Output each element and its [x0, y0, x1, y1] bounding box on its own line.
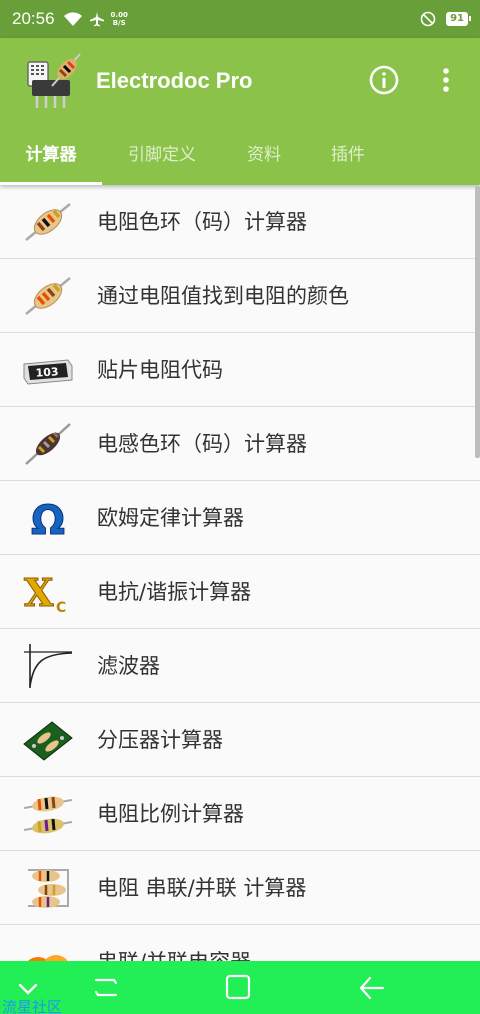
- watermark-text: 流星社区: [2, 998, 63, 1014]
- resistor-series-parallel-icon: [28, 869, 69, 908]
- info-icon[interactable]: [368, 64, 400, 96]
- list-item[interactable]: 电感色环（码）计算器: [0, 407, 480, 481]
- smd-resistor-icon: 103: [23, 359, 73, 385]
- tab-calculators[interactable]: 计算器: [0, 134, 102, 185]
- list-item-label: 分压器计算器: [97, 728, 223, 752]
- list-item[interactable]: Ω 欧姆定律计算器: [0, 481, 480, 555]
- list-item[interactable]: 电阻比例计算器: [0, 777, 480, 851]
- more-options-icon[interactable]: [436, 64, 456, 96]
- app-bar: Electrodoc Pro 计算器 引脚定义 资料 插件: [0, 38, 480, 185]
- reactance-icon: X C: [24, 570, 67, 617]
- list-item[interactable]: 103 贴片电阻代码: [0, 333, 480, 407]
- list-item-label: 通过电阻值找到电阻的颜色: [97, 284, 349, 308]
- network-speed-value: 0.00: [110, 11, 128, 19]
- list-item-label: 滤波器: [97, 654, 160, 678]
- home-square-icon[interactable]: [220, 971, 256, 1005]
- network-speed-unit: B/S: [112, 19, 126, 27]
- list-item-label: 欧姆定律计算器: [97, 506, 244, 530]
- ohm-symbol-text: Ω: [31, 498, 65, 542]
- capacitor-icon: [27, 955, 68, 961]
- resistor-icon: [25, 277, 71, 315]
- network-speed: 0.00 B/S: [111, 11, 128, 27]
- reactance-subscript-text: C: [56, 600, 66, 616]
- list-item[interactable]: 电阻 串联/并联 计算器: [0, 851, 480, 925]
- list-item[interactable]: 通过电阻值找到电阻的颜色: [0, 259, 480, 333]
- list-item[interactable]: 串联/并联电容器: [0, 925, 480, 961]
- list-item-label: 电阻色环（码）计算器: [97, 210, 307, 234]
- reactance-x-text: X: [24, 570, 54, 615]
- airplane-icon: [89, 12, 104, 27]
- tab-pinouts[interactable]: 引脚定义: [112, 134, 212, 185]
- list-item[interactable]: 电阻色环（码）计算器: [0, 185, 480, 259]
- status-bar: 20:56 0.00 B/S 91: [0, 0, 480, 38]
- menu-lines-icon[interactable]: [88, 971, 124, 1005]
- tab-plugins[interactable]: 插件: [314, 134, 382, 185]
- list-item[interactable]: 滤波器: [0, 629, 480, 703]
- toolbar: Electrodoc Pro: [0, 38, 480, 124]
- navigation-bar: [0, 961, 480, 1014]
- resistor-ratio-icon: [23, 796, 73, 834]
- filter-curve-icon: [24, 644, 73, 688]
- list-item[interactable]: X C 电抗/谐振计算器: [0, 555, 480, 629]
- list-item-label: 贴片电阻代码: [97, 358, 223, 382]
- list-item-label: 串联/并联电容器: [97, 925, 251, 961]
- resistor-icon: [25, 203, 71, 241]
- list-item-label: 电阻 串联/并联 计算器: [97, 876, 307, 900]
- inductor-icon: [25, 423, 71, 465]
- tab-bar: 计算器 引脚定义 资料 插件: [0, 134, 480, 185]
- wifi-icon: [63, 12, 82, 26]
- back-arrow-icon[interactable]: [354, 971, 390, 1005]
- calculator-list: 电阻色环（码）计算器 通过电阻值找到电阻的颜色 103 贴片电阻代码 电感色环（…: [0, 185, 480, 961]
- do-not-disturb-icon: [420, 11, 436, 27]
- list-item-label: 电阻比例计算器: [97, 802, 244, 826]
- list-item-label: 电感色环（码）计算器: [97, 432, 307, 456]
- app-logo-icon: [27, 53, 81, 108]
- battery-indicator: 91: [446, 12, 471, 26]
- ohm-icon: Ω: [30, 498, 65, 543]
- tab-resources[interactable]: 资料: [230, 134, 298, 185]
- voltage-divider-icon: [23, 721, 73, 761]
- scrollbar-thumb[interactable]: [475, 186, 480, 458]
- smd-code-text: 103: [35, 365, 59, 380]
- list-item-label: 电抗/谐振计算器: [97, 580, 252, 604]
- list-item[interactable]: 分压器计算器: [0, 703, 480, 777]
- app-title: Electrodoc Pro: [96, 68, 253, 93]
- status-time: 20:56: [12, 9, 55, 28]
